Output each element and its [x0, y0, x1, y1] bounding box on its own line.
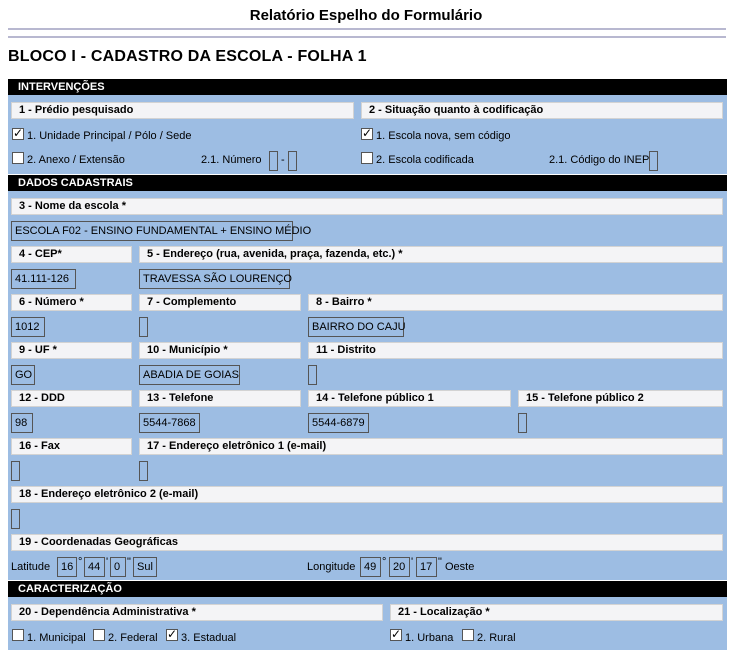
loc-rural-checkbox[interactable]	[462, 629, 474, 641]
lat-min-symbol: '	[106, 556, 109, 568]
q1-opt2-checkbox[interactable]	[12, 152, 24, 164]
bloco-title: BLOCO I - CADASTRO DA ESCOLA - FOLHA 1	[8, 48, 367, 65]
distrito-label: 11 - Distrito	[308, 342, 723, 359]
section-dados-cadastrais: DADOS CADASTRAIS	[8, 175, 727, 191]
bairro-label: 8 - Bairro *	[308, 294, 723, 311]
dep-municipal-label: 1. Municipal	[27, 632, 86, 644]
title-divider-top	[8, 28, 726, 30]
loc-urbana-checkbox[interactable]	[390, 627, 402, 641]
q1-label: 1 - Prédio pesquisado	[11, 102, 354, 119]
section-caracterizacao: CARACTERIZAÇÃO	[8, 581, 727, 597]
report-title: Relatório Espelho do Formulário	[249, 7, 483, 24]
latitude-label: Latitude	[11, 561, 51, 573]
fax-field[interactable]	[11, 461, 20, 481]
lat-hemisphere-field[interactable]: Sul	[133, 557, 157, 577]
lon-hemisphere-text: Oeste	[445, 561, 475, 573]
q1-numero-label: 2.1. Número	[201, 154, 262, 166]
tel-pub2-label: 15 - Telefone público 2	[518, 390, 723, 407]
q2-inep-field[interactable]	[649, 151, 658, 171]
complemento-field[interactable]	[139, 317, 148, 337]
section-intervencoes: INTERVENÇÕES	[8, 79, 727, 95]
email2-label: 18 - Endereço eletrônico 2 (e-mail)	[11, 486, 723, 503]
tel-pub2-field[interactable]	[518, 413, 527, 433]
q1-numero-field-1[interactable]	[269, 151, 278, 171]
endereco-label: 5 - Endereço (rua, avenida, praça, fazen…	[139, 246, 723, 263]
uf-label: 9 - UF *	[11, 342, 132, 359]
dependencia-label: 20 - Dependência Administrativa *	[11, 604, 383, 621]
dep-estadual-checkbox[interactable]	[166, 627, 178, 641]
q1-opt1-label: 1. Unidade Principal / Pólo / Sede	[27, 130, 192, 142]
q1-opt1-checkbox[interactable]	[12, 126, 24, 140]
numero-field[interactable]: 1012	[11, 317, 45, 337]
loc-urbana-label: 1. Urbana	[405, 632, 454, 644]
lon-deg-symbol: °	[382, 556, 387, 568]
title-divider-bottom	[8, 36, 726, 38]
q1-numero-sep: -	[281, 154, 285, 166]
tel-pub1-field[interactable]: 5544-6879	[308, 413, 369, 433]
municipio-field[interactable]: ABADIA DE GOIAS	[139, 365, 240, 385]
nome-label: 3 - Nome da escola *	[11, 198, 723, 215]
localizacao-label: 21 - Localização *	[390, 604, 723, 621]
q2-inep-label: 2.1. Código do INEP	[549, 154, 650, 166]
telefone-label: 13 - Telefone	[139, 390, 301, 407]
q2-opt1-label: 1. Escola nova, sem código	[376, 130, 511, 142]
endereco-field[interactable]: TRAVESSA SÃO LOURENÇO	[139, 269, 292, 289]
lat-deg-field[interactable]: 16	[57, 557, 77, 577]
lat-sec-field[interactable]: 0	[110, 557, 126, 577]
nome-field[interactable]: ESCOLA F02 - ENSINO FUNDAMENTAL + ENSINO…	[11, 221, 311, 241]
lat-sec-symbol: "	[127, 556, 131, 568]
telefone-field[interactable]: 5544-7868	[139, 413, 200, 433]
email2-field[interactable]	[11, 509, 20, 529]
numero-label: 6 - Número *	[11, 294, 132, 311]
q1-opt2-label: 2. Anexo / Extensão	[27, 154, 125, 166]
distrito-field[interactable]	[308, 365, 317, 385]
lon-sec-symbol: "	[438, 556, 442, 568]
cep-field[interactable]: 41.111-126	[11, 269, 76, 289]
q2-opt2-checkbox[interactable]	[361, 152, 373, 164]
lon-min-symbol: '	[411, 556, 414, 568]
q2-label: 2 - Situação quanto à codificação	[361, 102, 723, 119]
cep-label: 4 - CEP*	[11, 246, 132, 263]
email1-field[interactable]	[139, 461, 148, 481]
fax-label: 16 - Fax	[11, 438, 132, 455]
dep-federal-checkbox[interactable]	[93, 629, 105, 641]
lat-deg-symbol: °	[78, 556, 83, 568]
q1-numero-field-2[interactable]	[288, 151, 297, 171]
uf-field[interactable]: GO	[11, 365, 35, 385]
dep-federal-label: 2. Federal	[108, 632, 158, 644]
ddd-label: 12 - DDD	[11, 390, 132, 407]
lon-sec-field[interactable]: 17	[416, 557, 437, 577]
dep-municipal-checkbox[interactable]	[12, 629, 24, 641]
municipio-label: 10 - Município *	[139, 342, 301, 359]
email1-label: 17 - Endereço eletrônico 1 (e-mail)	[139, 438, 723, 455]
coord-label: 19 - Coordenadas Geográficas	[11, 534, 723, 551]
lon-deg-field[interactable]: 49	[360, 557, 381, 577]
lat-min-field[interactable]: 44	[84, 557, 105, 577]
complemento-label: 7 - Complemento	[139, 294, 301, 311]
dep-estadual-label: 3. Estadual	[181, 632, 237, 644]
loc-rural-label: 2. Rural	[477, 632, 516, 644]
lon-min-field[interactable]: 20	[389, 557, 410, 577]
tel-pub1-label: 14 - Telefone público 1	[308, 390, 511, 407]
q2-opt2-label: 2. Escola codificada	[376, 154, 474, 166]
bairro-field[interactable]: BAIRRO DO CAJU	[308, 317, 406, 337]
q2-opt1-checkbox[interactable]	[361, 126, 373, 140]
ddd-field[interactable]: 98	[11, 413, 33, 433]
longitude-label: Longitude	[307, 561, 356, 573]
